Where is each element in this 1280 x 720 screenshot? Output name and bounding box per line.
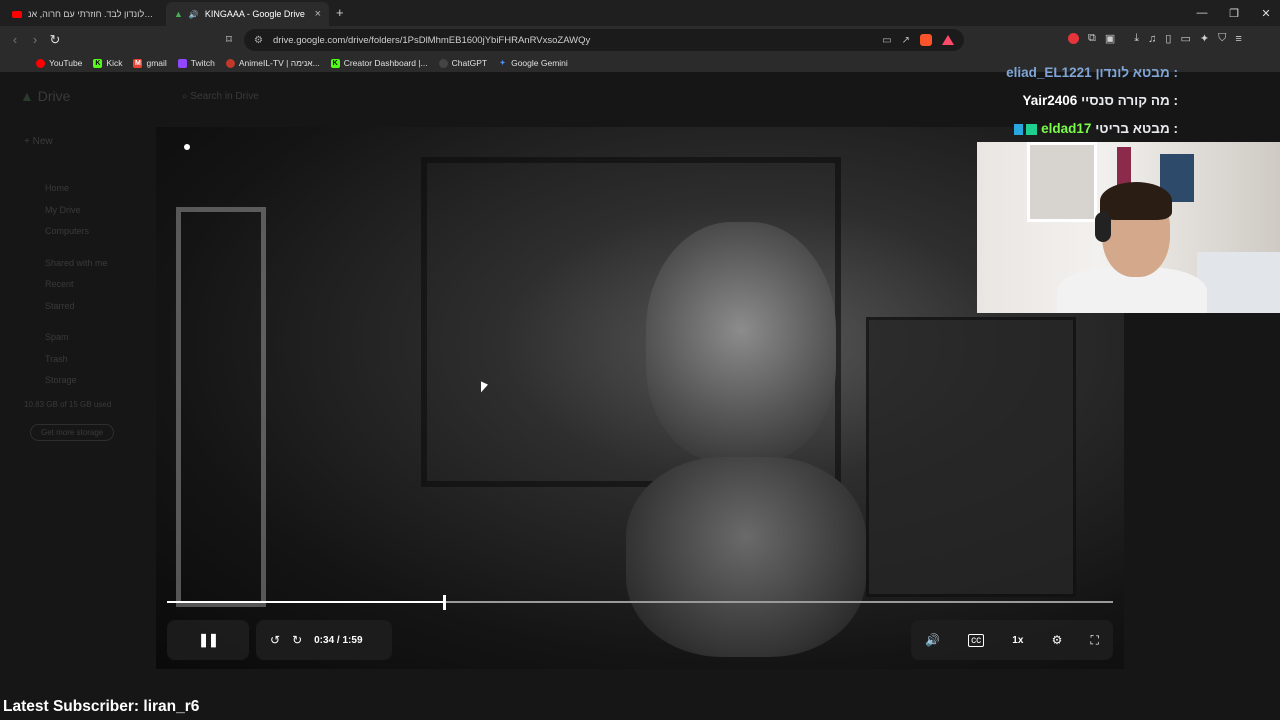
- pause-icon[interactable]: ❚❚: [198, 632, 219, 648]
- nav-home[interactable]: Home: [45, 178, 108, 200]
- time-display: 0:34 / 1:59: [314, 634, 363, 646]
- play-pause-group: ❚❚: [167, 620, 249, 660]
- fullscreen-icon[interactable]: ⛶: [1090, 633, 1098, 648]
- seek-group: ↺ ↻ 0:34 / 1:59: [256, 620, 392, 660]
- restore-button[interactable]: ❐: [1218, 7, 1250, 20]
- current-time: 0:34: [314, 634, 335, 646]
- duration: 1:59: [342, 634, 363, 646]
- video-indicator-icon: [184, 144, 190, 150]
- drive-nav: Home My Drive Computers Shared with me R…: [45, 178, 108, 392]
- storage-usage: 10.83 GB of 15 GB used: [24, 400, 112, 409]
- share-icon[interactable]: ↗: [902, 35, 910, 46]
- cast-icon[interactable]: ▭: [882, 35, 891, 46]
- bookmark-creator-dashboard[interactable]: K Creator Dashboard |...: [330, 58, 428, 68]
- bookmark-animeil[interactable]: AnimeIL-TV | אנימה...: [225, 58, 320, 68]
- webcam-content: [1095, 212, 1111, 242]
- chat-message: Yair2406 מה קורה סנסיי :: [1022, 93, 1178, 108]
- extensions-area: ⧉ ▣ ⤓ ♫ ▯ ▭ ✦ ⛉ ≡: [1068, 32, 1242, 45]
- nav-spam[interactable]: Spam: [45, 327, 108, 349]
- url-text: drive.google.com/drive/folders/1PsDlMhmE…: [272, 34, 591, 46]
- record-extension-icon[interactable]: [1068, 33, 1079, 44]
- minimize-button[interactable]: —: [1186, 7, 1218, 19]
- tab-title: סטטי ללונדון לבד. חוזרתי עם חרוה, אנ: [28, 9, 156, 19]
- gmail-icon: M: [133, 58, 143, 68]
- kick-icon: K: [330, 58, 340, 68]
- nav-trash[interactable]: Trash: [45, 349, 108, 371]
- vpn-icon[interactable]: ⛉: [1218, 32, 1226, 45]
- nav-shared[interactable]: Shared with me: [45, 253, 108, 275]
- bookmark-chatgpt[interactable]: ChatGPT: [438, 58, 487, 68]
- youtube-icon: [36, 58, 45, 68]
- latest-subscriber: Latest Subscriber: liran_r6: [3, 698, 200, 715]
- leo-ai-icon[interactable]: ✦: [1200, 32, 1209, 45]
- reload-icon[interactable]: ↻: [46, 32, 64, 48]
- twitch-icon: [177, 58, 187, 68]
- bookmark-gemini[interactable]: ✦ Google Gemini: [498, 58, 568, 68]
- audio-playing-icon[interactable]: 🔊: [189, 10, 199, 19]
- forward-10-icon[interactable]: ↻: [292, 633, 302, 647]
- get-storage-button[interactable]: Get more storage: [30, 424, 115, 441]
- tab-title: KINGAAA - Google Drive: [204, 9, 305, 19]
- media-icon[interactable]: ♫: [1148, 33, 1156, 45]
- settings-gear-icon[interactable]: ⚙: [1052, 633, 1063, 647]
- captions-icon[interactable]: cc: [968, 633, 985, 647]
- drive-search[interactable]: ⌕ Search in Drive: [182, 91, 259, 102]
- video-frame-content: [866, 317, 1076, 597]
- sidebar-icon[interactable]: ▯: [1165, 32, 1171, 45]
- brave-rewards-icon[interactable]: [942, 35, 954, 45]
- volume-icon[interactable]: 🔊: [925, 633, 940, 647]
- drive-new-button[interactable]: + New: [24, 136, 53, 147]
- drive-icon: ▲: [174, 9, 183, 19]
- drive-logo: ▲ Drive: [20, 88, 71, 104]
- download-icon[interactable]: ⤓: [1134, 32, 1139, 45]
- rewind-10-icon[interactable]: ↺: [270, 633, 280, 647]
- webcam-overlay: [977, 142, 1280, 313]
- tab-youtube[interactable]: סטטי ללונדון לבד. חוזרתי עם חרוה, אנ: [4, 2, 164, 26]
- nav-computers[interactable]: Computers: [45, 221, 108, 243]
- address-bar[interactable]: ⚙ drive.google.com/drive/folders/1PsDlMh…: [244, 29, 964, 51]
- video-frame-content: [176, 207, 266, 607]
- wallet-icon[interactable]: ▭: [1180, 32, 1190, 45]
- bookmark-twitch[interactable]: Twitch: [177, 58, 215, 68]
- chat-message: eliad_EL1221 מבטא לונדון :: [1006, 65, 1178, 80]
- close-tab-icon[interactable]: ×: [315, 8, 321, 20]
- playback-speed-button[interactable]: 1x: [1012, 635, 1023, 646]
- site-info-icon[interactable]: ⚙: [254, 35, 263, 46]
- nav-recent[interactable]: Recent: [45, 274, 108, 296]
- animeil-icon: [225, 58, 235, 68]
- chatgpt-icon: [438, 58, 448, 68]
- close-window-button[interactable]: ✕: [1250, 7, 1280, 20]
- menu-icon[interactable]: ≡: [1235, 33, 1241, 45]
- tab-drive[interactable]: ▲ 🔊 KINGAAA - Google Drive ×: [166, 2, 329, 26]
- video-frame-content: [626, 457, 866, 657]
- webcam-content: [1197, 252, 1280, 313]
- nav-starred[interactable]: Starred: [45, 296, 108, 318]
- extension-puzzle-icon[interactable]: ⧉: [1088, 32, 1096, 45]
- youtube-icon: [12, 10, 22, 18]
- bookmark-kick[interactable]: K Kick: [93, 58, 122, 68]
- bookmark-youtube[interactable]: YouTube: [36, 58, 82, 68]
- chat-message: eldad17 מבטא בריטי :: [1013, 121, 1178, 136]
- webcam-content: [1100, 182, 1172, 220]
- progress-fill: [167, 601, 444, 603]
- progress-scrubber[interactable]: [443, 595, 446, 610]
- screenshot-icon[interactable]: ▣: [1105, 32, 1115, 45]
- video-frame-content: [646, 222, 836, 462]
- nav-my-drive[interactable]: My Drive: [45, 200, 108, 222]
- new-tab-button[interactable]: +: [336, 5, 344, 20]
- webcam-content: [1027, 142, 1097, 222]
- window-controls: — ❐ ✕: [1186, 0, 1280, 26]
- nav-storage[interactable]: Storage: [45, 370, 108, 392]
- brave-shields-icon[interactable]: [920, 34, 932, 46]
- gemini-icon: ✦: [499, 59, 506, 67]
- kick-icon: K: [93, 58, 103, 68]
- bookmark-page-icon[interactable]: ⌑: [220, 32, 238, 48]
- back-icon[interactable]: ‹: [6, 32, 24, 48]
- forward-icon[interactable]: ›: [26, 32, 44, 48]
- badge-icon: [1026, 123, 1038, 135]
- settings-group: 🔊 cc 1x ⚙ ⛶: [911, 620, 1113, 660]
- badge-icon: [1013, 123, 1023, 135]
- bookmark-gmail[interactable]: Mgmail: [133, 58, 167, 68]
